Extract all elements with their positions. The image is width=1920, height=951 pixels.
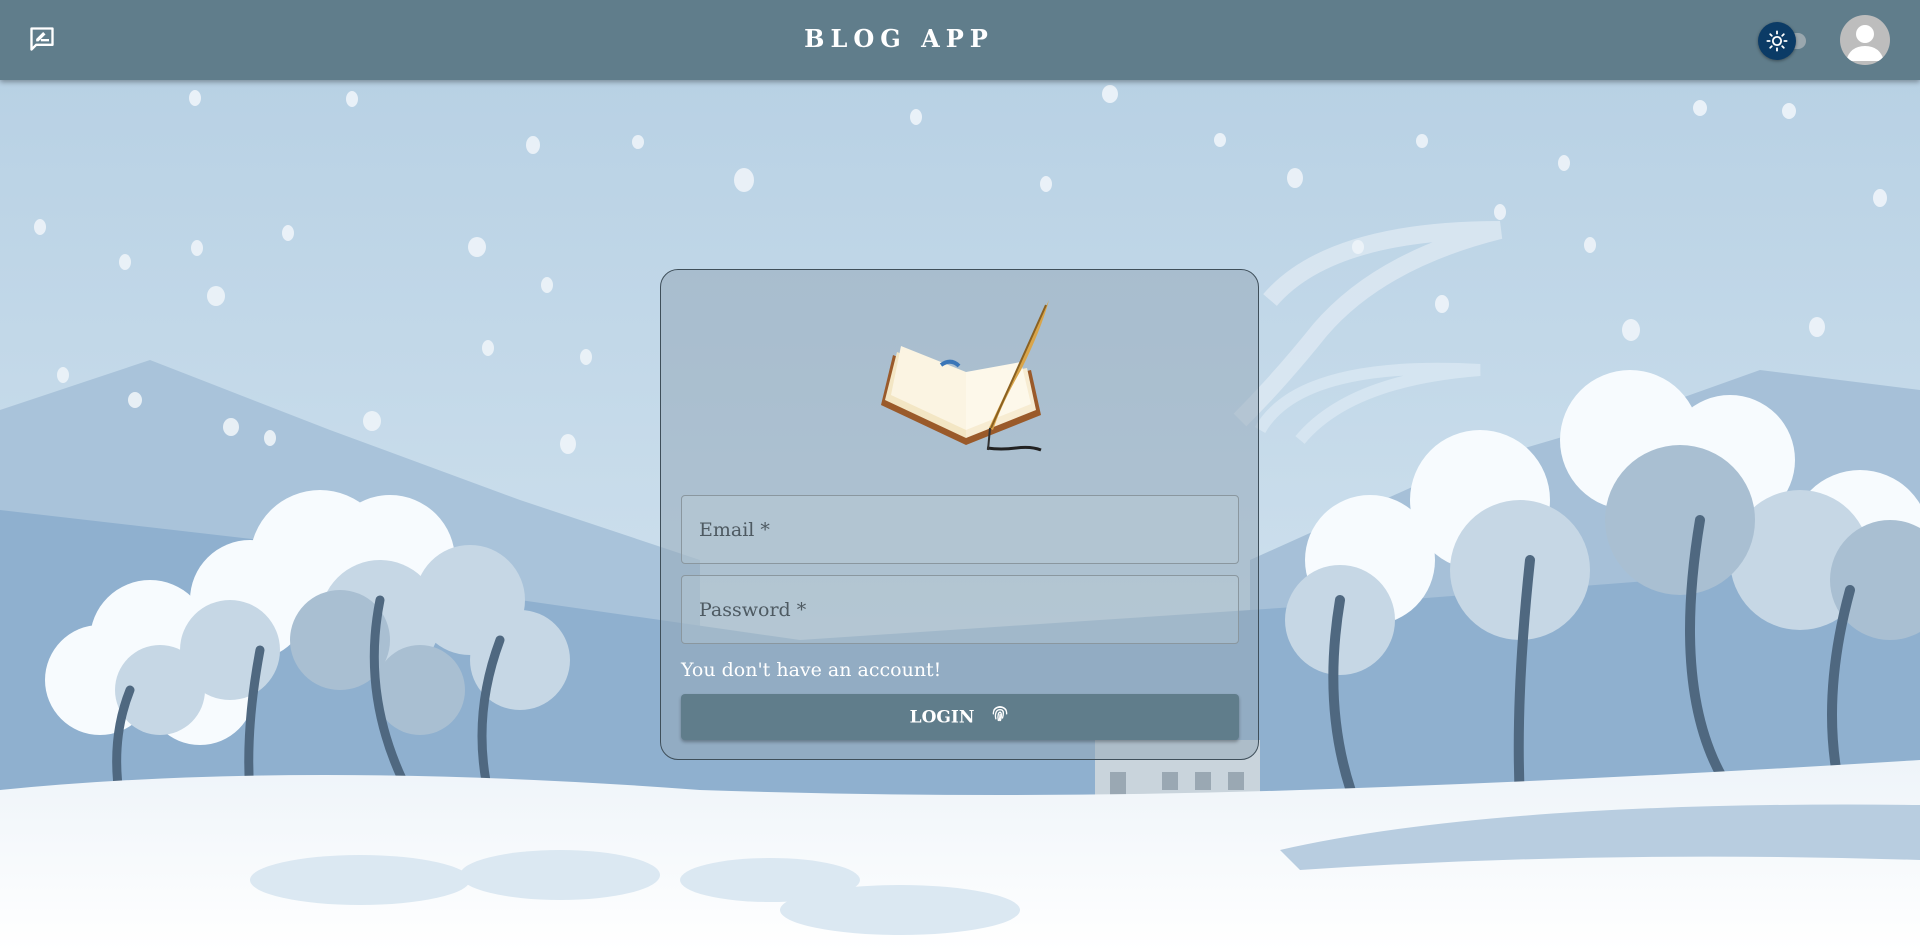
book-quill-icon (881, 300, 1049, 452)
password-field[interactable] (681, 575, 1239, 644)
app-root: BLOG APP Email * You don't have an accou… (0, 0, 1920, 951)
login-button[interactable]: LOGIN (681, 694, 1239, 740)
email-input[interactable] (682, 496, 1238, 563)
fingerprint-icon (990, 695, 1010, 741)
toggle-thumb[interactable] (1758, 22, 1796, 60)
app-title: BLOG APP (804, 24, 994, 53)
login-card: You don't have an account! LOGIN (660, 269, 1259, 760)
email-field[interactable] (681, 495, 1239, 564)
password-input[interactable] (682, 576, 1238, 643)
theme-toggle[interactable] (1758, 22, 1814, 60)
signup-link[interactable]: You don't have an account! (681, 659, 941, 681)
login-button-label: LOGIN (909, 707, 975, 728)
sun-icon (1766, 30, 1788, 52)
user-avatar-icon[interactable] (1840, 15, 1890, 65)
app-bar: BLOG APP (0, 0, 1920, 80)
